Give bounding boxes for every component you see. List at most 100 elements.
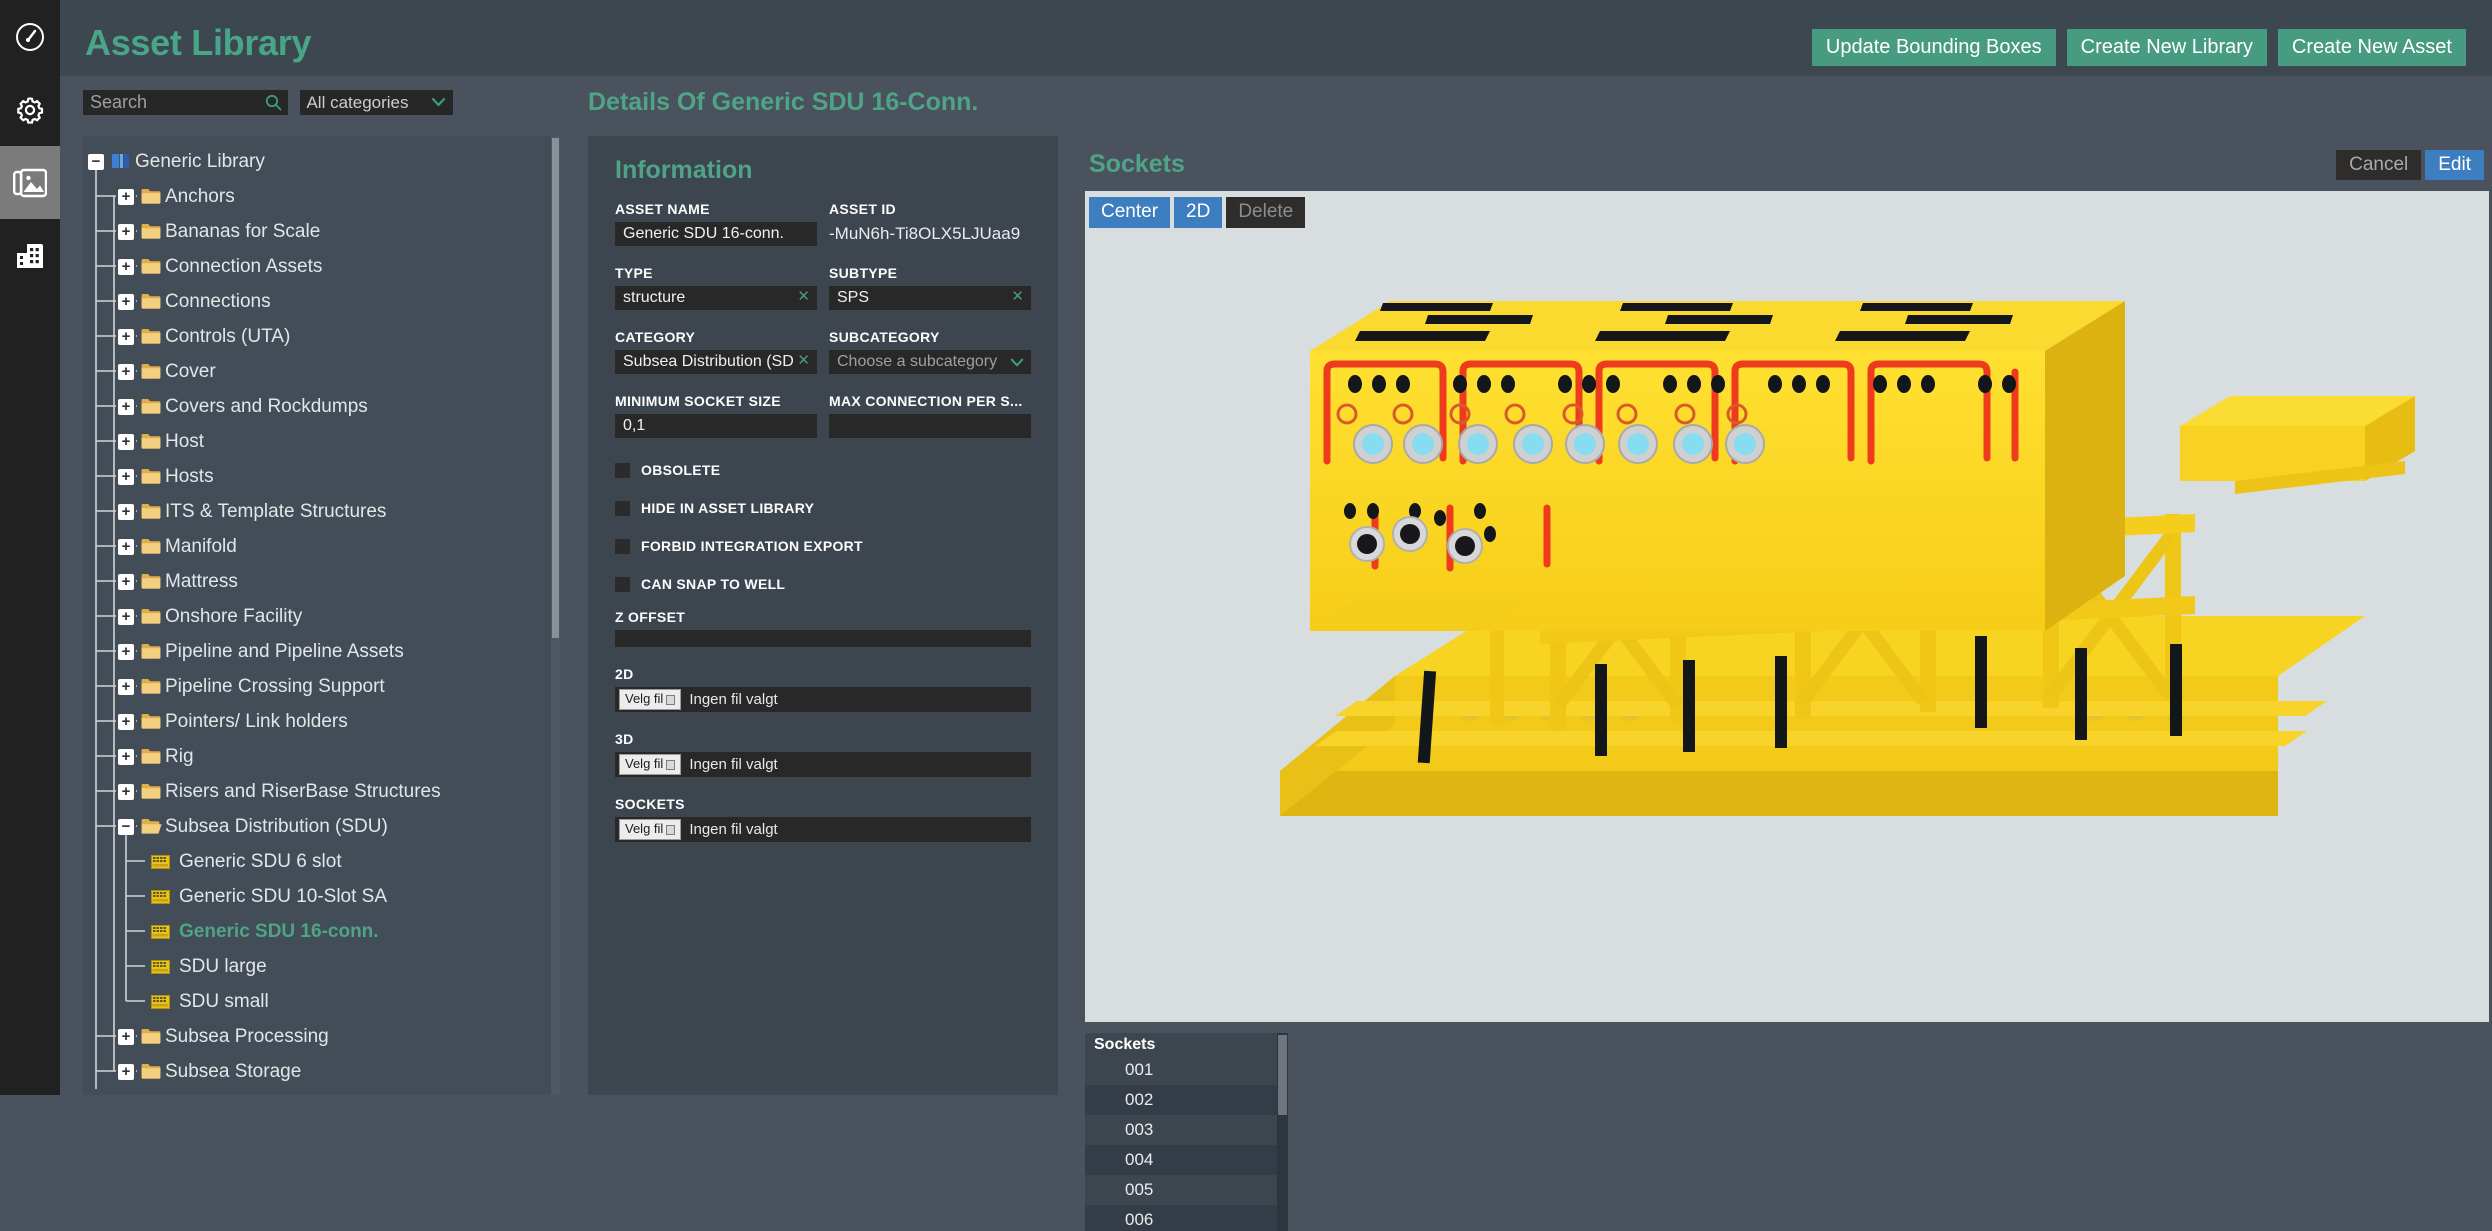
z-offset-input[interactable] [615,630,1031,647]
obsolete-checkbox-row[interactable]: OBSOLETE [615,457,1031,483]
min-socket-size-input[interactable] [615,414,817,438]
socket-list-item[interactable]: 002 [1085,1085,1288,1115]
clear-icon[interactable]: ✕ [797,352,810,370]
tree-toggle-icon[interactable]: − [118,818,134,835]
tree-node[interactable]: + Controls (UTA) [83,319,551,354]
forbid-integration-export-checkbox[interactable] [615,538,630,554]
edit-button[interactable]: Edit [2425,150,2484,180]
file-3d-choose-button[interactable]: Velg fil [619,754,682,775]
tree-node[interactable]: + ITS & Template Structures [83,494,551,529]
tree-node[interactable]: + Hosts [83,459,551,494]
tree-toggle-icon[interactable]: + [118,223,134,240]
obsolete-checkbox[interactable] [615,462,630,478]
tree-node[interactable]: + Subsea Storage [83,1054,551,1089]
search-input[interactable] [83,90,288,115]
tree-toggle-icon[interactable]: + [118,608,134,625]
tree-node[interactable]: Generic SDU 6 slot [83,844,551,879]
cancel-button[interactable]: Cancel [2336,150,2422,180]
tree-node[interactable]: − Generic Library [83,144,551,179]
tree-toggle-icon[interactable]: + [118,328,134,345]
tree-node[interactable]: − Subsea Distribution (SDU) [83,809,551,844]
center-button[interactable]: Center [1089,197,1171,228]
clear-icon[interactable]: ✕ [797,288,810,306]
asset-name-input[interactable] [615,222,817,246]
tree-node[interactable]: + Covers and Rockdumps [83,389,551,424]
create-new-library-button[interactable]: Create New Library [2066,29,2267,66]
tree-node[interactable]: + Rig [83,739,551,774]
file-sockets-choose-button[interactable]: Velg fil [619,819,682,840]
tree-toggle-icon[interactable]: + [118,398,134,415]
delete-button[interactable]: Delete [1226,197,1306,228]
tree-toggle-icon[interactable]: + [118,503,134,520]
category-filter-select[interactable]: All categories [300,90,454,115]
create-new-asset-button[interactable]: Create New Asset [2277,29,2466,66]
sidebar-item-facilities[interactable] [0,219,60,292]
type-select[interactable]: structure ✕ [615,286,817,310]
tree-toggle-icon[interactable]: + [118,433,134,450]
tree-node[interactable]: SDU large [83,949,551,984]
file-2d-input[interactable]: Velg fil Ingen fil valgt [615,687,1031,712]
sidebar-item-asset-library[interactable] [0,146,60,219]
tree-toggle-icon[interactable]: + [118,1063,134,1080]
tree-node[interactable]: + Host [83,424,551,459]
tree-node[interactable]: + Manifold [83,529,551,564]
sockets-scrollbar-thumb[interactable] [1278,1035,1287,1115]
view-2d-button[interactable]: 2D [1174,197,1223,228]
tree-node[interactable]: + Connections [83,284,551,319]
socket-list-item[interactable]: 001 [1085,1055,1288,1085]
socket-list-item[interactable]: 003 [1085,1115,1288,1145]
tree-toggle-icon[interactable]: + [118,573,134,590]
tree-node[interactable]: + Onshore Facility [83,599,551,634]
clear-icon[interactable]: ✕ [1011,288,1024,306]
tree-toggle-icon[interactable]: + [118,748,134,765]
sidebar-item-settings[interactable] [0,73,60,146]
forbid-integration-export-checkbox-row[interactable]: FORBID INTEGRATION EXPORT [615,533,1031,559]
tree-toggle-icon[interactable]: + [118,258,134,275]
tree-toggle-icon[interactable]: + [118,678,134,695]
tree-node[interactable]: SDU small [83,984,551,1019]
tree-node[interactable]: + Connection Assets [83,249,551,284]
tree-node[interactable]: + Bananas for Scale [83,214,551,249]
tree-toggle-icon[interactable]: + [118,783,134,800]
max-connection-input[interactable] [829,414,1031,438]
subtype-select[interactable]: SPS ✕ [829,286,1031,310]
socket-list-item[interactable]: 004 [1085,1145,1288,1175]
tree-toggle-icon[interactable]: + [118,643,134,660]
tree-toggle-icon[interactable]: + [118,538,134,555]
socket-list-item[interactable]: 006 [1085,1205,1288,1231]
asset-tree-panel[interactable]: − Generic Library + Anchors + Bananas for Sca… [83,136,560,1095]
update-bounding-boxes-button[interactable]: Update Bounding Boxes [1811,29,2056,66]
subcategory-select[interactable]: Choose a subcategory [829,350,1031,374]
tree-node[interactable]: + Pipeline Crossing Support [83,669,551,704]
tree-scrollbar-thumb[interactable] [552,138,559,638]
socket-list-item[interactable]: 005 [1085,1175,1288,1205]
sockets-scrollbar-track[interactable] [1277,1033,1288,1231]
tree-node[interactable]: + Risers and RiserBase Structures [83,774,551,809]
tree-node[interactable]: + Pipeline and Pipeline Assets [83,634,551,669]
tree-node[interactable]: + Cover [83,354,551,389]
hide-in-asset-library-checkbox-row[interactable]: HIDE IN ASSET LIBRARY [615,495,1031,521]
tree-node[interactable]: Generic SDU 16-conn. [83,914,551,949]
file-sockets-input[interactable]: Velg fil Ingen fil valgt [615,817,1031,842]
can-snap-to-well-checkbox-row[interactable]: CAN SNAP TO WELL [615,571,1031,597]
tree-toggle-icon[interactable]: + [118,468,134,485]
tree-node[interactable]: + Subsea Processing [83,1019,551,1054]
tree-node[interactable]: + Mattress [83,564,551,599]
search-icon[interactable] [265,94,282,116]
tree-scrollbar-track[interactable] [551,136,560,1095]
hide-in-asset-library-checkbox[interactable] [615,500,630,516]
tree-node[interactable]: + Anchors [83,179,551,214]
tree-toggle-icon[interactable]: − [88,153,104,170]
tree-node[interactable]: + Pointers/ Link holders [83,704,551,739]
sidebar-item-dashboard[interactable] [0,0,60,73]
tree-toggle-icon[interactable]: + [118,1028,134,1045]
can-snap-to-well-checkbox[interactable] [615,576,630,592]
tree-toggle-icon[interactable]: + [118,713,134,730]
category-select[interactable]: Subsea Distribution (SDU) ✕ [615,350,817,374]
file-2d-choose-button[interactable]: Velg fil [619,689,682,710]
sockets-list[interactable]: Sockets 001002003004005006007 [1085,1033,1288,1231]
tree-toggle-icon[interactable]: + [118,363,134,380]
3d-viewport[interactable]: Center 2D Delete [1085,191,2489,1022]
tree-toggle-icon[interactable]: + [118,293,134,310]
tree-toggle-icon[interactable]: + [118,188,134,205]
